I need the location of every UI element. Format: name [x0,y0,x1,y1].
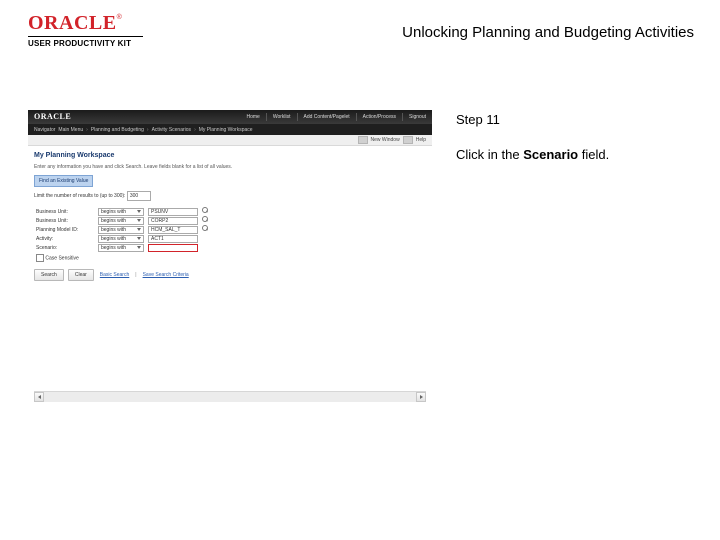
brand-subtitle: USER PRODUCTIVITY KIT [28,39,148,48]
page-title: My Planning Workspace [34,152,426,160]
chevron-down-icon [137,246,141,249]
tab-find-existing[interactable]: Find an Existing Value [34,175,93,187]
menu-action-process[interactable]: Action/Process [363,113,396,121]
field-label: Activity: [34,234,96,243]
lookup-icon[interactable] [202,225,208,231]
instruction-pane: Step 11 Click in the Scenario field. [432,110,692,166]
field-label: Business Unit: [34,207,96,216]
case-sensitive-checkbox[interactable] [36,254,44,262]
horizontal-scrollbar[interactable] [34,391,426,402]
limit-input[interactable]: 300 [127,191,151,201]
menu-worklist[interactable]: Worklist [273,113,291,121]
search-button[interactable]: Search [34,269,64,281]
field-row-model: Planning Model ID: begins with HCM_SAL_T [34,225,210,234]
limit-label: Limit the number of results to (up to 30… [34,193,125,199]
button-row: Search Clear Basic Search | Save Search … [34,269,426,281]
instruction-suffix: field. [578,147,609,162]
chevron-down-icon [137,210,141,213]
field-row-bu1: Business Unit: begins with PSUNV [34,207,210,216]
help-icon[interactable] [403,136,413,144]
app-screenshot: ORACLE Home Worklist Add Content/Pagelet… [28,110,432,402]
chevron-left-icon [38,395,41,399]
basic-search-link[interactable]: Basic Search [100,271,129,279]
value-input[interactable]: PSUNV [148,208,198,216]
new-window-link[interactable]: New Window [371,136,400,144]
limit-row: Limit the number of results to (up to 30… [34,191,426,201]
crumb-navigator[interactable]: Navigator [34,126,55,134]
operator-select[interactable]: begins with [98,244,144,252]
chevron-down-icon [137,219,141,222]
value-input[interactable]: HCM_SAL_T [148,226,198,234]
page-body: My Planning Workspace Enter any informat… [28,146,432,402]
crumb-my-workspace[interactable]: My Planning Workspace [199,126,253,134]
field-row-activity: Activity: begins with ACT1 [34,234,210,243]
instruction-prefix: Click in the [456,147,523,162]
page-subbar: New Window Help [28,135,432,146]
search-fields: Business Unit: begins with PSUNV Busines… [34,207,210,263]
operator-select[interactable]: begins with [98,217,144,225]
operator-select[interactable]: begins with [98,226,144,234]
field-row-scenario: Scenario: begins with [34,243,210,252]
brand-logo: ORACLE® [28,14,148,34]
menu-signout[interactable]: Signout [409,113,426,121]
value-input[interactable]: CORP2 [148,217,198,225]
new-window-icon[interactable] [358,136,368,144]
document-title: Unlocking Planning and Budgeting Activit… [402,24,694,41]
scroll-right-button[interactable] [416,392,426,402]
scroll-left-button[interactable] [34,392,44,402]
help-link[interactable]: Help [416,136,426,144]
field-label: Scenario: [34,243,96,252]
crumb-activity-scenarios[interactable]: Activity Scenarios [152,126,191,134]
operator-select[interactable]: begins with [98,235,144,243]
chevron-down-icon [137,228,141,231]
link-separator: | [135,271,136,279]
field-row-case: Case Sensitive [34,252,210,263]
page-hint: Enter any information you have and click… [34,163,426,171]
breadcrumb: Navigator Main Menu › Planning and Budge… [28,124,432,135]
field-label: Planning Model ID: [34,225,96,234]
instruction-text: Click in the Scenario field. [456,145,692,166]
crumb-pnb[interactable]: Planning and Budgeting [91,126,144,134]
crumb-main-menu[interactable]: Main Menu [58,126,83,134]
brand-wordmark: ORACLE [28,12,117,34]
menu-home[interactable]: Home [246,113,259,121]
lookup-icon[interactable] [202,216,208,222]
app-brand: ORACLE [34,113,71,121]
trademark-symbol: ® [117,14,122,21]
value-input[interactable]: ACT1 [148,235,198,243]
case-sensitive-label: Case Sensitive [45,256,78,262]
chevron-down-icon [137,237,141,240]
step-label: Step 11 [456,110,692,131]
save-criteria-link[interactable]: Save Search Criteria [143,271,189,279]
chevron-right-icon [420,395,423,399]
instruction-field-name: Scenario [523,147,578,162]
menu-add-content[interactable]: Add Content/Pagelet [304,113,350,121]
lookup-icon[interactable] [202,207,208,213]
field-label: Business Unit: [34,216,96,225]
field-row-bu2: Business Unit: begins with CORP2 [34,216,210,225]
operator-select[interactable]: begins with [98,208,144,216]
brand-block: ORACLE® USER PRODUCTIVITY KIT [28,14,148,48]
brand-rule [28,36,143,37]
app-topbar: ORACLE Home Worklist Add Content/Pagelet… [28,110,432,124]
clear-button[interactable]: Clear [68,269,94,281]
scenario-input[interactable] [148,244,198,252]
